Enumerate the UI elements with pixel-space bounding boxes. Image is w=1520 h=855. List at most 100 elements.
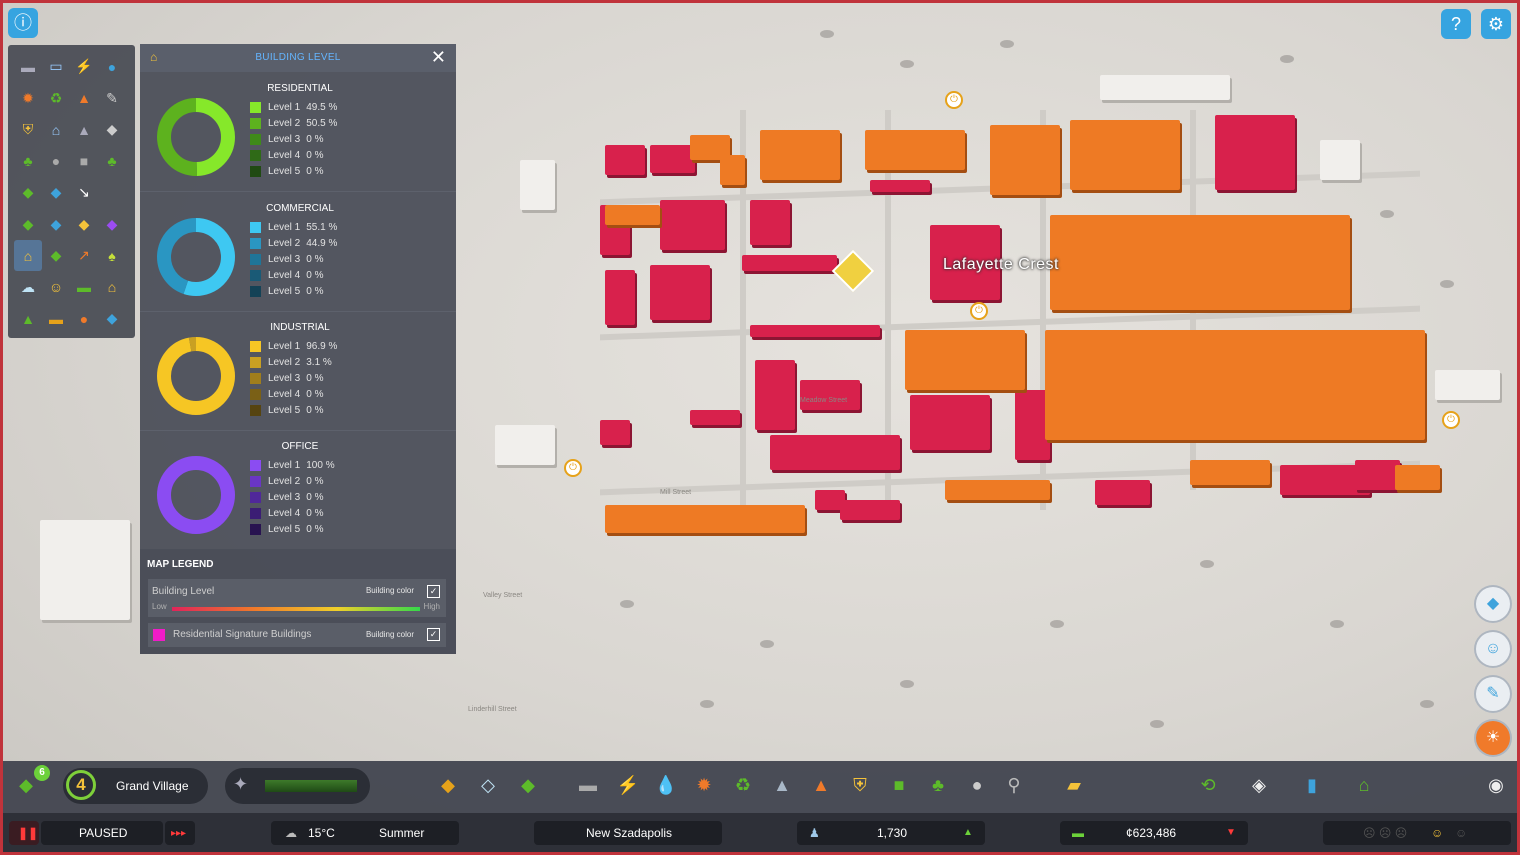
wind-icon[interactable]: ◆ (14, 177, 42, 208)
economy-icon[interactable]: ⌂ (1351, 775, 1377, 796)
happiness-pill[interactable]: ☹ ☹ ☹ ☺ ☺ (1323, 821, 1511, 845)
police-icon[interactable]: ⛨ (847, 775, 873, 796)
education-icon[interactable]: ▲ (769, 775, 795, 796)
power-icon[interactable]: ⏻ (1442, 411, 1460, 429)
camera-icon[interactable]: ◉ (1483, 775, 1509, 796)
building (720, 155, 745, 185)
electricity-icon[interactable]: ⚡ (615, 775, 641, 796)
population-pill[interactable]: ♟ 1,730 ▲ (797, 821, 985, 845)
landscape-icon[interactable]: ◆ (515, 775, 541, 796)
level-value: 44.9 % (306, 237, 338, 249)
status-bar: ❚❚ PAUSED ▸▸▸ ☁ 15°C Summer New Szadapol… (3, 813, 1517, 852)
building-color-checkbox[interactable]: ✓ (427, 628, 440, 641)
disaster-icon[interactable]: ▲ (70, 83, 98, 114)
traffic-icon[interactable]: ● (70, 303, 98, 334)
low-label: Low (152, 602, 167, 611)
building (870, 180, 930, 192)
zoning-icon[interactable]: ◆ (435, 775, 461, 796)
notes-icon[interactable]: ✎ (1476, 677, 1510, 711)
transport-icon[interactable]: ■ (886, 775, 912, 796)
level-swatch (250, 221, 261, 233)
power-icon[interactable]: ⏻ (945, 91, 963, 109)
paused-label: PAUSED (79, 826, 128, 840)
recycle-icon[interactable]: ♻ (42, 83, 70, 114)
building-level-icon[interactable]: ⌂ (14, 240, 42, 271)
citizen-icon[interactable]: ☺ (1476, 632, 1510, 666)
recycle-icon[interactable]: ♻ (730, 775, 756, 796)
money-pill[interactable]: ▬ ¢623,486 ▼ (1060, 821, 1248, 845)
happiness-icon[interactable]: ☁ (14, 272, 42, 303)
power-icon[interactable]: ⏻ (970, 302, 988, 320)
water-icon[interactable]: ● (98, 51, 126, 82)
electricity-icon[interactable]: ⚡ (70, 51, 98, 82)
stats-icon[interactable]: ↗ (70, 240, 98, 271)
building (905, 330, 1025, 390)
tourism-icon[interactable]: ◆ (98, 114, 126, 145)
park-icon[interactable]: ♣ (925, 775, 951, 796)
zone-office-icon[interactable]: ◆ (98, 209, 126, 240)
smile-icon[interactable]: ☺ (42, 272, 70, 303)
info-icon[interactable]: ⓘ (8, 8, 38, 38)
zone-industrial-icon[interactable]: ◆ (70, 209, 98, 240)
close-icon[interactable]: ✕ (431, 47, 446, 68)
building (945, 480, 1050, 500)
pollution-icon[interactable]: ▲ (14, 303, 42, 334)
bulldozer-icon[interactable]: ▰ (1061, 775, 1087, 796)
level-value: 0 % (306, 404, 324, 416)
pause-button[interactable]: ❚❚ (9, 821, 39, 845)
wrench-icon[interactable]: ✎ (98, 83, 126, 114)
level-value: 49.5 % (306, 101, 338, 113)
zone-commercial-icon[interactable]: ◆ (42, 209, 70, 240)
building (840, 500, 900, 520)
district-label[interactable]: Lafayette Crest (943, 256, 1059, 274)
level-label: Level 3 (268, 253, 301, 265)
communications-icon[interactable]: ● (964, 775, 990, 796)
building (910, 395, 990, 450)
fire-icon[interactable]: ✹ (691, 775, 717, 796)
level-value: 3.1 % (306, 356, 332, 368)
city-policies-icon[interactable]: ⟲ (1195, 775, 1221, 796)
plant-icon[interactable]: ♠ (98, 240, 126, 271)
road-icon[interactable]: ▬ (14, 51, 42, 82)
fire-icon[interactable]: ✹ (14, 83, 42, 114)
house-icon[interactable]: ⌂ (98, 272, 126, 303)
tree (900, 60, 914, 68)
vehicle-icon[interactable]: ■ (70, 146, 98, 177)
zone-residential-icon[interactable]: ◆ (14, 209, 42, 240)
arrow-icon[interactable]: ↘ (70, 177, 98, 208)
water-icon[interactable]: 💧 (653, 775, 679, 796)
land-value-icon[interactable]: ◆ (42, 240, 70, 271)
bank-icon[interactable]: ⌂ (42, 114, 70, 145)
speed-button[interactable]: ▸▸▸ (165, 821, 195, 845)
help-icon[interactable]: ? (1441, 9, 1471, 39)
road-icon[interactable]: ▬ (575, 775, 601, 796)
park-icon[interactable]: ♣ (14, 146, 42, 177)
weather-icon[interactable]: ☀ (1476, 721, 1510, 755)
healthcare-icon[interactable]: ▲ (808, 775, 834, 796)
statistics-icon[interactable]: ▮ (1299, 775, 1325, 796)
power-icon[interactable]: ⏻ (564, 459, 582, 477)
building (660, 200, 725, 250)
map-legend: MAP LEGEND Building Level Building color… (140, 549, 456, 654)
gear-icon[interactable]: ⚙ (1481, 9, 1511, 39)
areas-icon[interactable]: ◇ (475, 775, 501, 796)
cargo-icon[interactable]: ▬ (42, 303, 70, 334)
police-icon[interactable]: ⛨ (14, 114, 42, 145)
chirper-icon[interactable]: ◆ (1476, 587, 1510, 621)
signature-progress-pill[interactable]: ✦ (225, 768, 370, 804)
money-icon[interactable]: ▬ (70, 272, 98, 303)
city-name-field[interactable]: New Szadapolis (534, 821, 722, 845)
terrain-icon[interactable]: ◆ (98, 303, 126, 334)
building-level-panel: ⌂ BUILDING LEVEL ✕ RESIDENTIAL Level 1 49… (140, 44, 456, 654)
garbage-icon[interactable]: ● (42, 146, 70, 177)
selected-building-marker-icon[interactable] (831, 249, 875, 293)
city-level-pill[interactable]: 4 Grand Village (63, 768, 208, 804)
landscape-icon[interactable]: ♣ (98, 146, 126, 177)
tree (1050, 620, 1064, 628)
bus-icon[interactable]: ▭ (42, 51, 70, 82)
landmark-icon[interactable]: ⚲ (1001, 775, 1027, 796)
building-color-checkbox[interactable]: ✓ (427, 585, 440, 598)
map-icon[interactable]: ◈ (1246, 775, 1272, 796)
education-icon[interactable]: ▲ (70, 114, 98, 145)
transport-icon[interactable]: ◆ (42, 177, 70, 208)
